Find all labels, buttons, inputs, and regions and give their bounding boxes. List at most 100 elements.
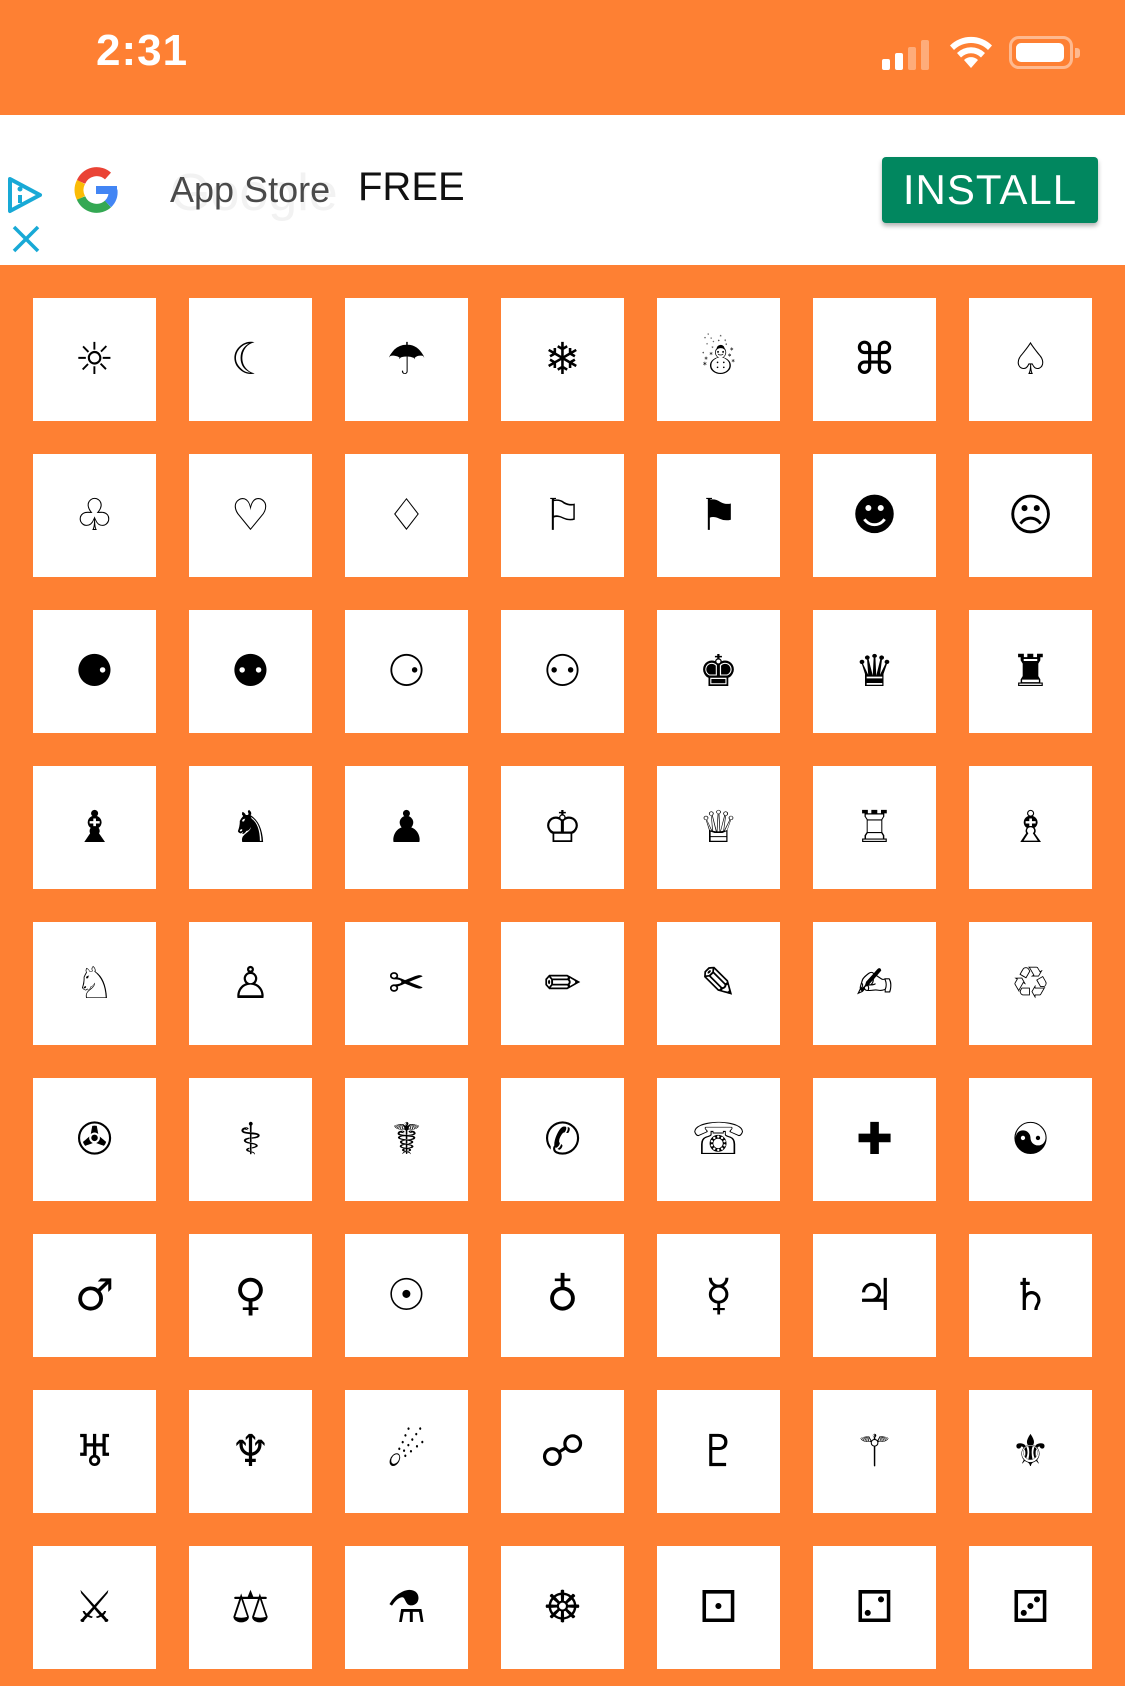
symbol-tile-caduceus[interactable]: ☤ [345,1078,468,1201]
black-bishop-icon: ♝ [74,801,115,853]
symbol-tile-heavy-cross[interactable]: ✚ [813,1078,936,1201]
symbol-tile-diamond[interactable]: ♢ [345,454,468,577]
symbol-tile-fleur-de-lis[interactable]: ⚜ [969,1390,1092,1513]
symbol-tile-staff-of-aesculapius[interactable]: ⚕ [189,1078,312,1201]
symbol-tile-white-king[interactable]: ♔ [501,766,624,889]
symbol-tile-telephone[interactable]: ☏ [657,1078,780,1201]
saturn-icon: ♄ [1010,1269,1051,1321]
pluto-icon: ♇ [698,1425,739,1477]
symbol-tile-command[interactable]: ⌘ [813,298,936,421]
symbol-tile-pencil-lower-right[interactable]: ✎ [657,922,780,1045]
staff-of-aesculapius-icon: ⚕ [238,1113,263,1165]
symbol-tile-white-rook[interactable]: ♖ [813,766,936,889]
symbol-tile-black-knight[interactable]: ♞ [189,766,312,889]
symbol-tile-jupiter[interactable]: ♃ [813,1234,936,1357]
symbol-grid: ☼ ☾ ☂ ❄ ☃ ⌘ ♤ ♧ ♡ ♢ ⚐ ⚑ ☻ ☹ ⚈ ⚉ ⚆ ⚇ ♚ ♛ ♜ ♝ ♞ ♟ ♔ ♕ ♖ ♗ ♘ ♙ ✂ ✏ ✎ ✍ ♲ ✇ ⚕ ☤ ✆ ☏… [33,298,1092,1669]
ad-choices-icon[interactable] [6,175,46,215]
ad-title: App Store [170,169,331,210]
white-bishop-icon: ♗ [1010,801,1051,853]
telephone-location-icon: ✆ [544,1113,581,1165]
symbol-tile-black-circle-white-dot[interactable]: ⚈ [33,610,156,733]
black-flag-icon: ⚑ [698,489,739,541]
pencil-icon: ✏ [544,957,581,1009]
symbol-tile-pencil[interactable]: ✏ [501,922,624,1045]
symbol-tile-mars[interactable]: ♂ [33,1234,156,1357]
symbol-tile-venus[interactable]: ♀ [189,1234,312,1357]
yin-yang-icon: ☯ [1010,1113,1051,1165]
symbol-tile-alembic[interactable]: ⚗ [345,1546,468,1669]
symbol-tile-black-flag[interactable]: ⚑ [657,454,780,577]
symbol-tile-die-face-3[interactable]: ⚂ [969,1546,1092,1669]
black-pawn-icon: ♟ [386,801,427,853]
symbol-tile-black-queen[interactable]: ♛ [813,610,936,733]
symbol-tile-white-pawn[interactable]: ♙ [189,922,312,1045]
symbol-tile-white-circle-two-dots[interactable]: ⚇ [501,610,624,733]
symbol-tile-saturn[interactable]: ♄ [969,1234,1092,1357]
symbol-tile-staff-of-hermes[interactable]: ⚚ [813,1390,936,1513]
telephone-icon: ☏ [690,1113,747,1165]
symbol-tile-spade[interactable]: ♤ [969,298,1092,421]
install-button[interactable]: INSTALL [882,157,1098,223]
symbol-tile-white-bishop[interactable]: ♗ [969,766,1092,889]
white-circle-two-dots-icon: ⚇ [542,645,583,697]
symbol-tile-yin-yang[interactable]: ☯ [969,1078,1092,1201]
symbol-tile-sun-astro[interactable]: ☉ [345,1234,468,1357]
symbol-tile-white-circle-dot[interactable]: ⚆ [345,610,468,733]
crossed-swords-icon: ⚔ [74,1581,115,1633]
close-ad-icon[interactable] [10,223,42,255]
die-face-1-icon: ⚀ [699,1581,738,1633]
symbol-tile-opposition[interactable]: ☍ [501,1390,624,1513]
symbol-tile-neptune[interactable]: ♆ [189,1390,312,1513]
symbol-tile-club[interactable]: ♧ [33,454,156,577]
frowny-icon: ☹ [1007,489,1054,541]
symbol-tile-sun[interactable]: ☼ [33,298,156,421]
symbol-tile-die-face-1[interactable]: ⚀ [657,1546,780,1669]
ad-banner[interactable]: Google App Store FREE INSTALL [0,115,1125,265]
symbol-tile-heart[interactable]: ♡ [189,454,312,577]
symbol-tile-black-pawn[interactable]: ♟ [345,766,468,889]
symbol-tile-snowman[interactable]: ☃ [657,298,780,421]
venus-icon: ♀ [234,1269,267,1321]
symbol-tile-uranus[interactable]: ♅ [33,1390,156,1513]
symbol-tile-earth[interactable]: ♁ [501,1234,624,1357]
sun-astro-icon: ☉ [386,1269,427,1321]
white-circle-dot-icon: ⚆ [386,645,427,697]
symbol-tile-frowny[interactable]: ☹ [969,454,1092,577]
symbol-tile-snowflake[interactable]: ❄ [501,298,624,421]
staff-of-hermes-icon: ⚚ [854,1425,895,1477]
symbol-tile-black-rook[interactable]: ♜ [969,610,1092,733]
symbol-tile-comet[interactable]: ☄ [345,1390,468,1513]
symbol-tile-black-king[interactable]: ♚ [657,610,780,733]
mercury-icon: ☿ [704,1269,732,1321]
neptune-icon: ♆ [230,1425,271,1477]
symbol-tile-telephone-location[interactable]: ✆ [501,1078,624,1201]
recycle-icon: ♲ [1010,957,1051,1009]
symbol-tile-white-knight[interactable]: ♘ [33,922,156,1045]
symbol-tile-scales[interactable]: ⚖ [189,1546,312,1669]
black-rook-icon: ♜ [1010,645,1051,697]
white-knight-icon: ♘ [74,957,115,1009]
symbol-tile-mercury[interactable]: ☿ [657,1234,780,1357]
black-queen-icon: ♛ [854,645,895,697]
symbol-tile-white-queen[interactable]: ♕ [657,766,780,889]
white-king-icon: ♔ [542,801,583,853]
symbol-tile-black-bishop[interactable]: ♝ [33,766,156,889]
command-icon: ⌘ [852,333,897,385]
symbol-tile-crossed-swords[interactable]: ⚔ [33,1546,156,1669]
earth-icon: ♁ [546,1269,579,1321]
white-flag-icon: ⚐ [542,489,583,541]
umbrella-icon: ☂ [386,333,427,385]
symbol-tile-smiley[interactable]: ☻ [813,454,936,577]
symbol-tile-dharma-wheel[interactable]: ☸ [501,1546,624,1669]
symbol-tile-black-circle-two-white-dots[interactable]: ⚉ [189,610,312,733]
symbol-tile-white-flag[interactable]: ⚐ [501,454,624,577]
heavy-cross-icon: ✚ [856,1113,893,1165]
symbol-tile-umbrella[interactable]: ☂ [345,298,468,421]
symbol-tile-tape-drive[interactable]: ✇ [33,1078,156,1201]
symbol-tile-moon[interactable]: ☾ [189,298,312,421]
symbol-tile-scissors[interactable]: ✂ [345,922,468,1045]
symbol-tile-die-face-2[interactable]: ⚁ [813,1546,936,1669]
symbol-tile-pluto[interactable]: ♇ [657,1390,780,1513]
symbol-tile-recycle[interactable]: ♲ [969,922,1092,1045]
symbol-tile-writing-hand[interactable]: ✍ [813,922,936,1045]
